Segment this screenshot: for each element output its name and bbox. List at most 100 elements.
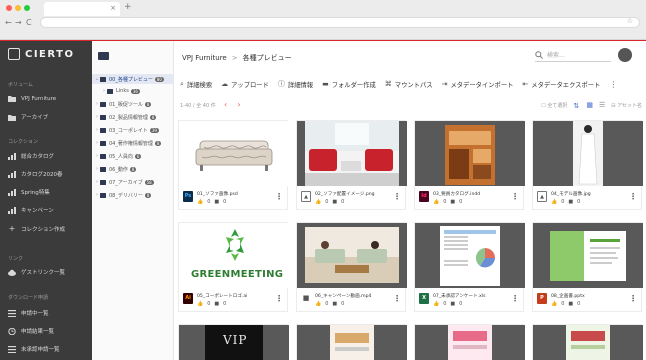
- card-menu-icon[interactable]: ⋮: [275, 192, 283, 201]
- minimize-window-icon[interactable]: [15, 5, 21, 11]
- asset-card[interactable]: P 08_企画書.pptx 👍 0 ■ 0 ⋮: [532, 222, 643, 312]
- brand-logo[interactable]: CIERTO: [8, 48, 74, 60]
- sidebar-item-catalog-2020[interactable]: カタログ2020春: [8, 170, 90, 178]
- asset-card[interactable]: Ps 01_ソファ画像.psd 👍 0 ■ 0 ⋮: [178, 120, 289, 210]
- tree-item-product-info[interactable]: › 02_製品情報管理 8: [92, 112, 174, 122]
- asset-thumbnail[interactable]: [533, 325, 643, 360]
- card-menu-icon[interactable]: ⋮: [511, 192, 519, 201]
- sidebar-item-pending[interactable]: 申請中一覧: [8, 309, 90, 317]
- asset-thumbnail[interactable]: [533, 223, 643, 288]
- search-input[interactable]: 検索...: [535, 48, 611, 62]
- reload-icon[interactable]: C: [26, 18, 32, 27]
- asset-card[interactable]: [414, 324, 525, 360]
- create-collection-button[interactable]: + コレクション作成: [8, 224, 90, 233]
- comment-icon[interactable]: ■: [214, 199, 219, 205]
- tree-item-motion[interactable]: › 06_動作 8: [92, 164, 174, 174]
- forward-icon[interactable]: →: [15, 18, 22, 27]
- asset-thumbnail[interactable]: [415, 325, 525, 360]
- comment-icon[interactable]: ■: [214, 301, 219, 307]
- bookmark-star-icon[interactable]: ☆: [627, 17, 633, 25]
- preset-button[interactable]: ⊟ アセット名: [611, 102, 642, 109]
- breadcrumb-volume[interactable]: VPJ Furniture: [182, 54, 227, 62]
- list-view-icon[interactable]: ☰: [599, 101, 605, 109]
- asset-thumbnail[interactable]: [179, 121, 289, 186]
- tree-item-promo[interactable]: › 01_販促ツール 8: [92, 99, 174, 109]
- comment-icon[interactable]: ■: [450, 301, 455, 307]
- sidebar-item-spring[interactable]: Spring特集: [8, 188, 90, 196]
- upload-button[interactable]: ☁ アップロード: [221, 80, 269, 89]
- details-button[interactable]: ⓘ 詳細情報: [278, 79, 313, 89]
- create-folder-button[interactable]: ▬ フォルダー作成: [322, 80, 376, 89]
- like-icon[interactable]: 👍: [315, 301, 321, 307]
- prev-page-icon[interactable]: ‹: [224, 100, 227, 109]
- card-menu-icon[interactable]: ⋮: [393, 294, 401, 303]
- asset-thumbnail[interactable]: GREENMEETING: [179, 223, 289, 288]
- window-controls[interactable]: [6, 5, 30, 11]
- sidebar-item-guest-links[interactable]: ゲストリンク一覧: [8, 268, 90, 276]
- next-page-icon[interactable]: ›: [237, 100, 240, 109]
- sort-icon[interactable]: ⇅: [573, 102, 580, 110]
- close-window-icon[interactable]: [6, 5, 12, 11]
- like-icon[interactable]: 👍: [551, 301, 557, 307]
- asset-thumbnail[interactable]: [297, 325, 407, 360]
- asset-thumbnail[interactable]: VIP: [179, 325, 289, 360]
- like-icon[interactable]: 👍: [197, 301, 203, 307]
- tree-item-previews[interactable]: ⌄ 00_各種プレビュー 80: [92, 74, 174, 84]
- maximize-window-icon[interactable]: [24, 5, 30, 11]
- comment-icon[interactable]: ■: [568, 301, 573, 307]
- sidebar-item-vpj-furniture[interactable]: VPJ Furniture: [8, 95, 90, 102]
- asset-thumbnail[interactable]: [297, 223, 407, 288]
- tree-item-corporate[interactable]: › 03_コーポレイト 39: [92, 125, 174, 135]
- like-icon[interactable]: 👍: [197, 199, 203, 205]
- asset-card[interactable]: X 07_未承認アンケート.xls 👍 0 ■ 0 ⋮: [414, 222, 525, 312]
- advanced-search-button[interactable]: ⌕ 詳細検索: [180, 80, 212, 89]
- card-menu-icon[interactable]: ⋮: [511, 294, 519, 303]
- tree-item-archive[interactable]: › 07_アーカイブ 58: [92, 177, 174, 187]
- comment-icon[interactable]: ■: [332, 199, 337, 205]
- card-menu-icon[interactable]: ⋮: [275, 294, 283, 303]
- tree-item-staff[interactable]: › 05_人員向 6: [92, 151, 174, 161]
- metadata-import-button[interactable]: ⇥ メタデータインポート: [442, 80, 514, 89]
- asset-thumbnail[interactable]: [533, 121, 643, 186]
- user-avatar[interactable]: [618, 48, 632, 62]
- grid-view-icon[interactable]: ▦: [586, 101, 593, 109]
- asset-card[interactable]: VIP: [178, 324, 289, 360]
- asset-thumbnail[interactable]: [415, 223, 525, 288]
- comment-icon[interactable]: ■: [568, 199, 573, 205]
- mount-path-button[interactable]: ⌘ マウントパス: [385, 80, 433, 89]
- metadata-export-button[interactable]: ⇤ メタデータエクスポート: [522, 80, 600, 89]
- asset-thumbnail[interactable]: [415, 121, 525, 186]
- asset-card[interactable]: Id 03_要員カタログ.indd 👍 0 ■ 0 ⋮: [414, 120, 525, 210]
- tree-item-copyright[interactable]: › 04_著作権情報管理 8: [92, 138, 174, 148]
- sidebar-item-archive[interactable]: アーカイブ: [8, 113, 90, 121]
- tab-close-icon[interactable]: ×: [110, 4, 116, 12]
- like-icon[interactable]: 👍: [551, 199, 557, 205]
- tree-item-links[interactable]: › Links 36: [92, 86, 174, 96]
- address-bar[interactable]: ☆: [40, 17, 640, 28]
- card-menu-icon[interactable]: ⋮: [629, 294, 637, 303]
- like-icon[interactable]: 👍: [433, 199, 439, 205]
- asset-card[interactable]: ■ 06_キャンペーン動画.mp4 👍 0 ■ 0 ⋮: [296, 222, 407, 312]
- asset-card[interactable]: GREENMEETING Ai 05_コーポレートロゴ.ai 👍 0 ■ 0 ⋮: [178, 222, 289, 312]
- asset-card[interactable]: ▲ 02_ソファ配置イメージ.png 👍 0 ■ 0 ⋮: [296, 120, 407, 210]
- select-all-button[interactable]: ☐ 全て選択: [541, 102, 567, 109]
- asset-thumbnail[interactable]: [297, 121, 407, 186]
- comment-icon[interactable]: ■: [450, 199, 455, 205]
- comment-icon[interactable]: ■: [332, 301, 337, 307]
- new-tab-button[interactable]: +: [124, 2, 132, 12]
- asset-card[interactable]: [532, 324, 643, 360]
- asset-card[interactable]: ▲ 04_モデル画像.jpg 👍 0 ■ 0 ⋮: [532, 120, 643, 210]
- asset-card[interactable]: [296, 324, 407, 360]
- back-icon[interactable]: ←: [5, 18, 12, 27]
- sidebar-item-unapproved[interactable]: 未承認申請一覧: [8, 345, 90, 353]
- browser-tab[interactable]: ×: [44, 2, 120, 16]
- tree-item-delivery[interactable]: › 08_デリバリー 8: [92, 190, 174, 200]
- like-icon[interactable]: 👍: [315, 199, 321, 205]
- sidebar-item-campaign[interactable]: キャンペーン: [8, 206, 90, 214]
- sidebar-item-results[interactable]: 申請結果一覧: [8, 327, 90, 335]
- like-icon[interactable]: 👍: [433, 301, 439, 307]
- more-options-icon[interactable]: ⋮: [609, 80, 617, 89]
- card-menu-icon[interactable]: ⋮: [393, 192, 401, 201]
- card-menu-icon[interactable]: ⋮: [629, 192, 637, 201]
- sidebar-item-catalog[interactable]: 総合カタログ: [8, 152, 90, 160]
